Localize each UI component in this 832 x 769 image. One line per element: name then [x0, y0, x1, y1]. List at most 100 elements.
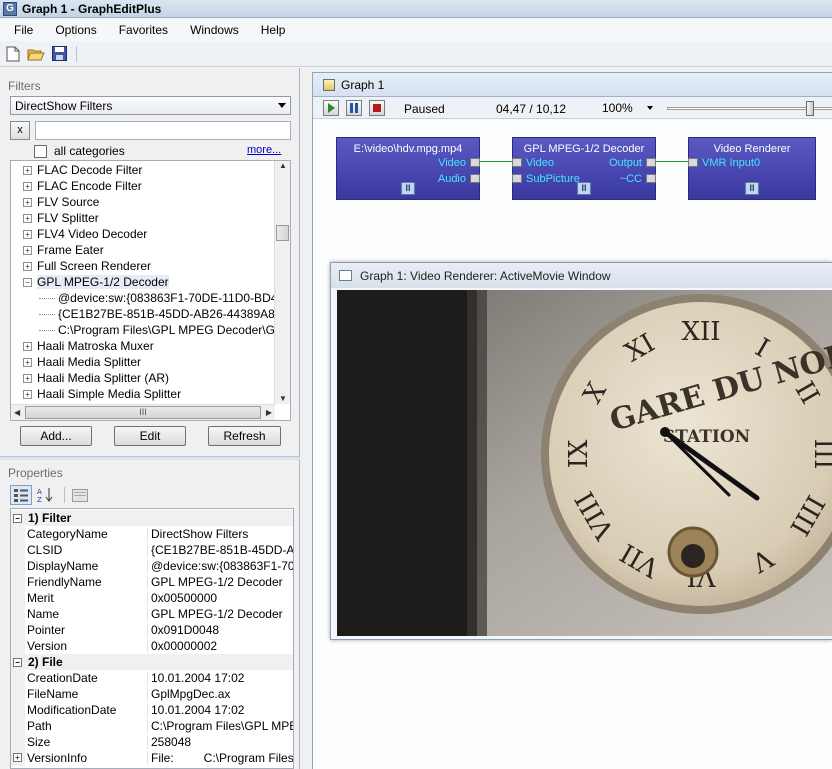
filter-pause-icon[interactable]: II	[401, 182, 415, 195]
renderer-filter-node[interactable]: Video Renderer VMR Input0 II	[688, 137, 816, 200]
input-pin-subpicture[interactable]	[512, 174, 522, 183]
property-value[interactable]: 10.01.2004 17:02	[147, 703, 293, 717]
categorized-view-icon[interactable]	[10, 485, 32, 505]
tree-horizontal-scrollbar[interactable]: ◀ III ▶	[11, 404, 275, 420]
more-link[interactable]: more...	[247, 144, 281, 156]
scroll-right-icon[interactable]: ▶	[266, 408, 272, 417]
expand-icon[interactable]: +	[23, 181, 32, 191]
tree-item[interactable]: + Haali Simple Media Splitter	[11, 386, 181, 402]
clear-search-button[interactable]: x	[10, 121, 30, 140]
property-value[interactable]: GPL MPEG-1/2 Decoder	[147, 607, 293, 621]
tree-item[interactable]: + Haali Media Splitter (AR)	[11, 370, 169, 386]
filter-pause-icon[interactable]: II	[577, 182, 591, 195]
menu-windows[interactable]: Windows	[176, 23, 247, 37]
menu-file[interactable]: File	[0, 23, 41, 37]
property-row[interactable]: DisplayName @device:sw:{083863F1-70DE	[11, 558, 293, 574]
tree-item[interactable]: + Full Screen Renderer	[11, 258, 151, 274]
tree-item[interactable]: + Frame Eater	[11, 242, 104, 258]
stop-button[interactable]	[369, 100, 385, 116]
expand-icon[interactable]: +	[23, 165, 32, 175]
property-row[interactable]: Merit 0x00500000	[11, 590, 293, 606]
zoom-select[interactable]: 100%	[601, 100, 655, 117]
property-value[interactable]: 0x00500000	[147, 591, 293, 605]
scroll-left-icon[interactable]: ◀	[14, 408, 20, 417]
property-row[interactable]: FriendlyName GPL MPEG-1/2 Decoder	[11, 574, 293, 590]
collapse-icon[interactable]: −	[23, 277, 32, 287]
expand-icon[interactable]: +	[23, 197, 32, 207]
sort-alphabetical-icon[interactable]: AZ	[35, 485, 57, 505]
tree-item[interactable]: + FLV Source	[11, 194, 99, 210]
property-value[interactable]: {CE1B27BE-851B-45DD-AB26	[147, 543, 293, 557]
tree-item[interactable]: + Haali Media Splitter	[11, 354, 141, 370]
decoder-filter-node[interactable]: GPL MPEG-1/2 Decoder Video SubPicture Ou…	[512, 137, 656, 200]
filter-search-input[interactable]	[35, 121, 291, 140]
property-value[interactable]: GplMpgDec.ax	[147, 687, 293, 701]
tree-child-item[interactable]: @device:sw:{083863F1-70DE-11D0-BD40-00	[11, 290, 275, 306]
property-category[interactable]: −1) Filter	[11, 510, 293, 526]
collapse-icon[interactable]: −	[13, 513, 22, 523]
property-row[interactable]: CreationDate 10.01.2004 17:02	[11, 670, 293, 686]
property-pages-icon[interactable]	[69, 485, 91, 505]
expand-icon[interactable]: +	[23, 261, 32, 271]
property-value[interactable]: 0x00000002	[147, 639, 293, 653]
output-pin-video[interactable]	[470, 158, 480, 167]
property-value[interactable]: File: C:\Program Files\G	[147, 751, 293, 765]
property-value[interactable]: 10.01.2004 17:02	[147, 671, 293, 685]
input-pin-video[interactable]	[512, 158, 522, 167]
expand-icon[interactable]: +	[23, 213, 32, 223]
property-row[interactable]: Size 258048	[11, 734, 293, 750]
expand-icon[interactable]: +	[23, 229, 32, 239]
edit-filter-button[interactable]: Edit	[114, 426, 186, 446]
property-row[interactable]: ModificationDate 10.01.2004 17:02	[11, 702, 293, 718]
menu-favorites[interactable]: Favorites	[105, 23, 176, 37]
all-categories-checkbox[interactable]	[34, 144, 47, 158]
property-row[interactable]: Name GPL MPEG-1/2 Decoder	[11, 606, 293, 622]
property-value[interactable]: @device:sw:{083863F1-70DE	[147, 559, 293, 573]
collapse-icon[interactable]: −	[13, 657, 22, 667]
expand-icon[interactable]: +	[23, 341, 32, 351]
property-row[interactable]: CLSID {CE1B27BE-851B-45DD-AB26	[11, 542, 293, 558]
property-row[interactable]: Pointer 0x091D0048	[11, 622, 293, 638]
property-row[interactable]: Version 0x00000002	[11, 638, 293, 654]
expand-icon[interactable]: +	[23, 245, 32, 255]
source-filter-node[interactable]: E:\video\hdv.mpg.mp4 Video Audio II	[336, 137, 480, 200]
save-icon[interactable]	[49, 44, 69, 64]
property-row[interactable]: FileName GplMpgDec.ax	[11, 686, 293, 702]
add-filter-button[interactable]: Add...	[20, 426, 92, 446]
property-row[interactable]: Path C:\Program Files\GPL MPEG D	[11, 718, 293, 734]
open-folder-icon[interactable]	[26, 44, 46, 64]
tree-item[interactable]: + FLV Splitter	[11, 210, 99, 226]
property-value[interactable]: 0x091D0048	[147, 623, 293, 637]
tree-item[interactable]: + FLV4 Video Decoder	[11, 226, 147, 242]
property-value[interactable]: DirectShow Filters	[147, 527, 293, 541]
tree-item[interactable]: − GPL MPEG-1/2 Decoder	[11, 274, 169, 290]
play-button[interactable]	[323, 100, 339, 116]
menu-help[interactable]: Help	[247, 23, 294, 37]
tree-item[interactable]: + Haali Matroska Muxer	[11, 338, 154, 354]
scroll-down-icon[interactable]: ▼	[279, 394, 287, 403]
new-file-icon[interactable]	[3, 44, 23, 64]
tree-child-item[interactable]: C:\Program Files\GPL MPEG Decoder\GplMp	[11, 322, 275, 338]
tree-vscroll-thumb[interactable]	[276, 225, 289, 241]
tree-hscroll-thumb[interactable]: III	[25, 406, 261, 419]
property-value[interactable]: C:\Program Files\GPL MPEG D	[147, 719, 293, 733]
seek-slider-thumb[interactable]	[805, 101, 814, 116]
tree-item[interactable]: + FLAC Encode Filter	[11, 178, 142, 194]
property-row[interactable]: CategoryName DirectShow Filters	[11, 526, 293, 542]
tree-child-item[interactable]: {CE1B27BE-851B-45DD-AB26-44389A8F71B	[11, 306, 275, 322]
menu-options[interactable]: Options	[41, 23, 104, 37]
filter-pause-icon[interactable]: II	[745, 182, 759, 195]
expand-icon[interactable]: +	[23, 389, 32, 399]
all-categories-option[interactable]: all categories	[34, 144, 125, 158]
refresh-filters-button[interactable]: Refresh	[208, 426, 281, 446]
output-pin-cc[interactable]	[646, 174, 656, 183]
output-pin-output[interactable]	[646, 158, 656, 167]
property-value[interactable]: 258048	[147, 735, 293, 749]
scroll-up-icon[interactable]: ▲	[279, 161, 287, 170]
video-renderer-window[interactable]: Graph 1: Video Renderer: ActiveMovie Win…	[330, 262, 832, 640]
tree-vertical-scrollbar[interactable]: ▲ ▼	[274, 161, 290, 404]
expand-icon[interactable]: +	[23, 373, 32, 383]
input-pin-vmr[interactable]	[688, 158, 698, 167]
expand-icon[interactable]: +	[13, 753, 22, 762]
pause-button[interactable]	[346, 100, 362, 116]
